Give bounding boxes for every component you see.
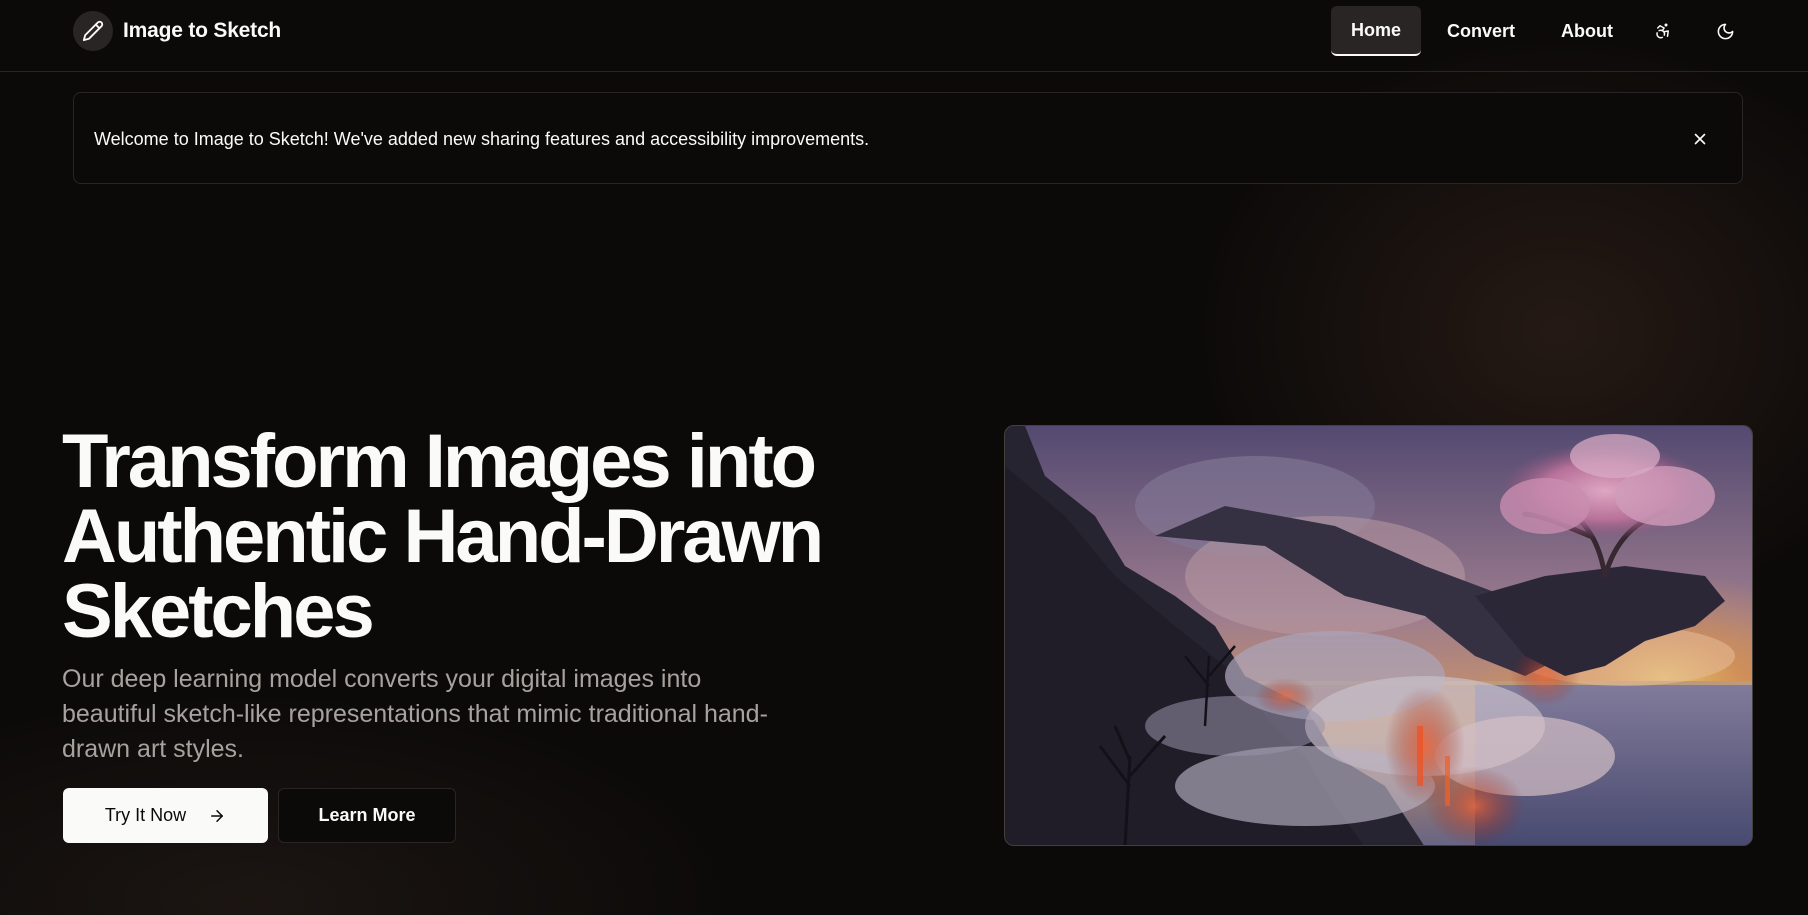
brand-name: Image to Sketch [123,19,282,42]
try-it-now-label: Try It Now [104,805,187,825]
banner-close-button[interactable] [1684,123,1716,155]
moon-icon [1717,23,1733,39]
announcement-banner: Welcome to Image to Sketch! We've added … [73,92,1743,184]
hero-image [1004,425,1753,846]
nav-convert[interactable]: Convert [1427,6,1535,56]
accessibility-button[interactable] [1641,9,1685,53]
try-it-now-button[interactable]: Try It Now [63,788,268,843]
pencil-icon [73,11,113,51]
hero-title: Transform Images into Authentic Hand-Dra… [62,419,824,654]
theme-toggle-button[interactable] [1703,9,1747,53]
top-header: Image to Sketch Home Convert About [0,0,1808,72]
close-icon [1694,133,1706,145]
accessibility-icon [1656,23,1670,39]
banner-message: Welcome to Image to Sketch! We've added … [94,128,870,149]
page: Image to Sketch Home Convert About Welco… [0,0,1808,915]
learn-more-button[interactable]: Learn More [278,788,456,843]
arrow-right-icon [211,809,224,822]
main-nav: Home Convert About [1331,6,1747,56]
landscape-illustration [1005,426,1752,845]
brand-link[interactable]: Image to Sketch [73,11,281,51]
nav-about[interactable]: About [1541,6,1633,56]
learn-more-label: Learn More [318,805,416,825]
nav-home[interactable]: Home [1331,6,1422,56]
hero-subtitle: Our deep learning model converts your di… [62,665,768,763]
